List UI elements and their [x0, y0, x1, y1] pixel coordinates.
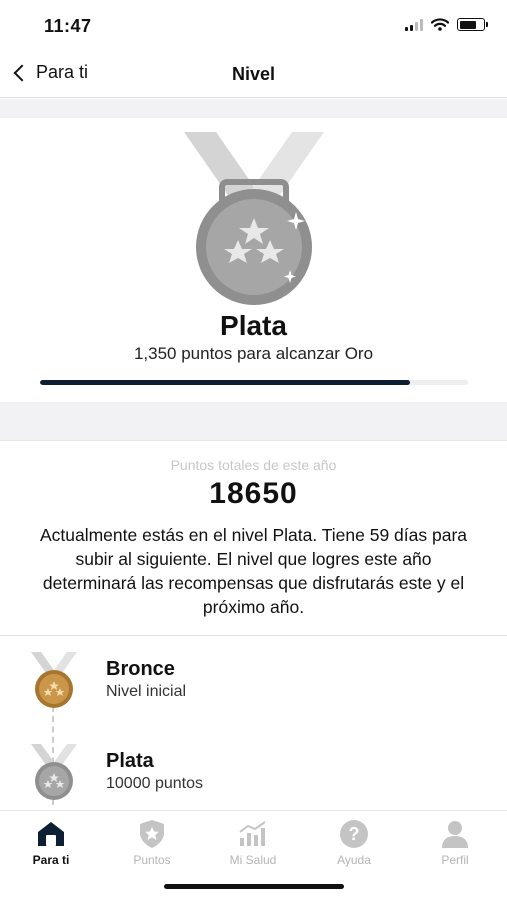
tab-ayuda[interactable]: ? Ayuda — [314, 819, 394, 867]
tab-para-ti[interactable]: Para ti — [11, 819, 91, 867]
level-requirement: 10000 puntos — [106, 775, 203, 792]
points-total: 18650 — [209, 477, 298, 510]
battery-icon — [457, 18, 488, 31]
home-icon — [38, 822, 64, 846]
level-title: Plata — [106, 750, 154, 772]
tab-label: Ayuda — [337, 853, 371, 867]
level-name: Plata — [220, 310, 287, 341]
current-level-card: Plata 1,350 puntos para alcanzar Oro — [0, 118, 507, 402]
level-requirement: Nivel inicial — [106, 683, 187, 700]
level-progress-bar — [40, 380, 468, 385]
tab-perfil[interactable]: Perfil — [415, 819, 495, 867]
tab-label: Puntos — [133, 853, 171, 867]
tab-mi-salud[interactable]: Mi Salud — [213, 819, 293, 867]
tab-label: Mi Salud — [229, 853, 277, 867]
section-divider — [0, 99, 507, 118]
svg-text:?: ? — [349, 824, 360, 844]
level-progress-fill — [40, 380, 411, 385]
points-to-next-level: 1,350 puntos para alcanzar Oro — [133, 344, 374, 363]
tab-puntos[interactable]: Puntos — [112, 819, 192, 867]
bronze-medal-icon — [31, 652, 77, 708]
nav-bar: Para ti Nivel — [0, 50, 507, 98]
bar-chart-icon — [239, 821, 266, 846]
level-title: Bronce — [106, 658, 175, 680]
points-caption: Puntos totales de este año — [170, 457, 337, 473]
status-icons — [405, 18, 488, 31]
person-icon — [442, 821, 468, 848]
help-icon: ? — [340, 820, 368, 848]
section-divider — [0, 402, 507, 440]
list-item-silver[interactable]: Plata 10000 puntos — [0, 729, 507, 809]
yearly-points-card: Puntos totales de este año 18650 Actualm… — [0, 440, 507, 636]
silver-medal-icon — [184, 132, 324, 305]
tab-label: Perfil — [441, 853, 469, 867]
home-indicator[interactable] — [164, 884, 344, 889]
tab-label: Para ti — [32, 853, 70, 867]
level-description: Actualmente estás en el nivel Plata. Tie… — [39, 525, 468, 617]
list-item-bronze[interactable]: Bronce Nivel inicial — [0, 637, 507, 717]
cellular-signal-icon — [405, 18, 423, 31]
silver-medal-icon — [31, 744, 77, 800]
status-bar: 11:47 — [0, 0, 507, 50]
levels-list: Bronce Nivel inicial Plata 10000 puntos — [0, 637, 507, 809]
page-title: Nivel — [231, 64, 276, 84]
wifi-icon — [431, 18, 449, 31]
shield-star-icon — [140, 820, 164, 848]
status-time: 11:47 — [44, 16, 92, 36]
